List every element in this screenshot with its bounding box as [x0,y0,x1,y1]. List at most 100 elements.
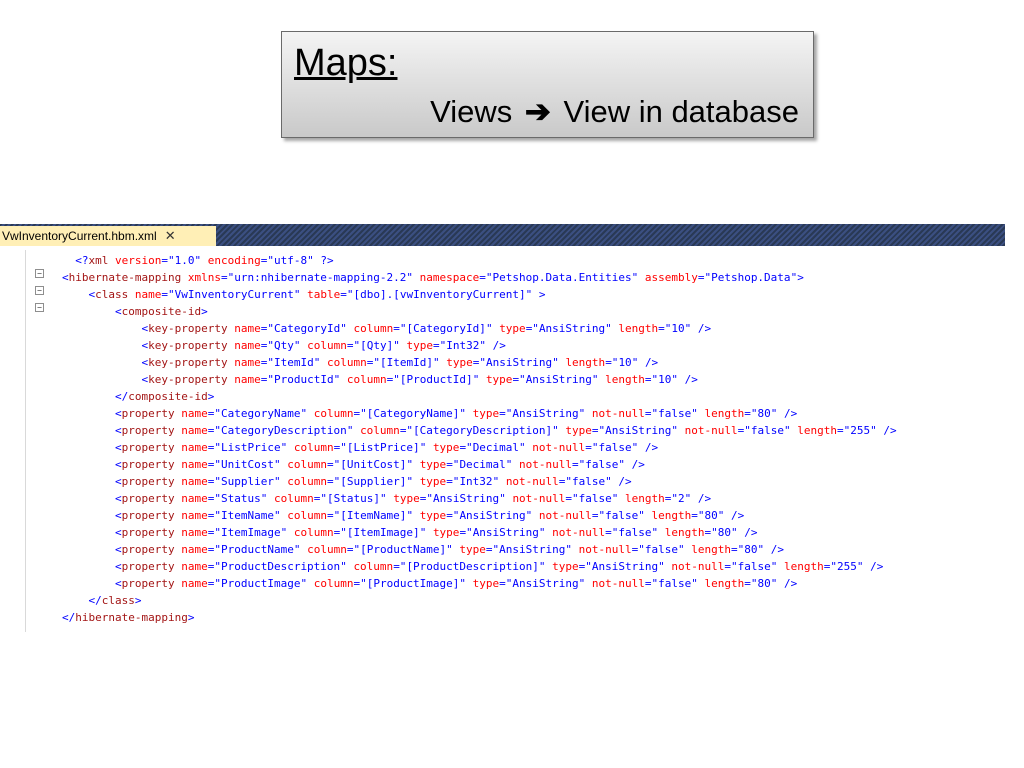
collapse-icon[interactable]: − [35,269,44,278]
code-token: false [578,492,612,505]
code-token: =" [499,577,513,590]
code-token: " [591,373,599,386]
collapse-icon[interactable]: − [35,303,44,312]
code-token: " [379,492,387,505]
code-token: property [121,475,175,488]
code-token: =" [207,458,221,471]
code-token: type [419,509,447,522]
code-token: not-null [512,492,566,505]
code-token: =" [207,543,221,556]
code-token: > [538,288,546,301]
code-token: =" [207,475,221,488]
editor-tab-bar: VwInventoryCurrent.hbm.xml ✕ [0,224,1005,246]
code-token: < [114,492,122,505]
code-token: /> [618,475,632,488]
code-token: 2 [678,492,685,505]
code-token: < [114,424,122,437]
code-token: name [234,339,261,352]
code-token: name [234,356,261,369]
code-token: ListPrice [220,441,281,454]
code-token: length [625,492,665,505]
code-token: " [552,356,559,369]
code-token: ItemImage [220,526,281,539]
code-token: =" [744,577,758,590]
code-token: =" [585,441,599,454]
code-token: =" [220,271,235,284]
code-token: [ProductName] [360,543,447,556]
code-token: length [691,543,732,556]
code-token: [ItemImage] [346,526,420,539]
subtitle-view-in-database: View in database [563,94,799,129]
code-token: =" [512,373,526,386]
code-token: AnsiString [459,509,526,522]
code-token: 80 [704,509,718,522]
code-token: 10 [618,356,632,369]
code-token: =" [823,560,837,573]
code-token: column [273,492,314,505]
code-token: " [340,560,347,573]
code-editor: VwInventoryCurrent.hbm.xml ✕ − − − <?xml… [0,224,1005,634]
code-token: length [651,509,692,522]
code-token: length [618,322,659,335]
code-token: not-null [671,560,725,573]
code-token: /> [631,458,645,471]
code-token: [CategoryDescription] [413,424,553,437]
code-line: </class> [62,592,897,609]
code-token: column [353,560,394,573]
code-line: <property name="UnitCost" column="[UnitC… [62,456,897,473]
code-area[interactable]: − − − <?xml version="1.0" encoding="utf-… [0,246,1005,634]
code-token: property [121,577,175,590]
code-token: name [181,526,208,539]
code-token: =" [697,271,712,284]
code-token: length [704,407,745,420]
code-token: not-null [505,475,559,488]
code-token: 80 [744,543,758,556]
code-line: <property name="ProductImage" column="[P… [62,575,897,592]
code-token: =" [161,288,175,301]
code-token: false [658,577,692,590]
code-token: > [134,594,142,607]
collapse-icon[interactable]: − [35,286,44,295]
code-token: =" [260,339,274,352]
code-token: AnsiString [525,373,592,386]
code-token: AnsiString [538,322,606,335]
code-token: AnsiString [605,424,672,437]
code-token: /> [697,322,712,335]
code-content: <?xml version="1.0" encoding="utf-8" ?> <… [62,252,897,626]
code-token: property [121,407,175,420]
close-icon[interactable]: ✕ [165,228,176,244]
code-token: ProductName [220,543,294,556]
code-token: Petshop.Data.Entities [492,271,632,284]
code-token: column [287,458,327,471]
code-token: " [731,526,738,539]
code-token: column [313,577,354,590]
code-line: <hibernate-mapping xmlns="urn:nhibernate… [62,269,897,286]
code-token: column [326,356,367,369]
code-token: " [658,560,665,573]
code-token: < [114,526,122,539]
code-token: =" [260,356,274,369]
code-token: name [181,458,208,471]
code-token: " [783,424,791,437]
code-token: =" [207,424,221,437]
code-token: column [307,339,347,352]
code-token: =" [731,543,745,556]
code-token: property [121,509,175,522]
code-token: name [181,407,208,420]
slide-title-box: Maps: Views ➔ View in database [281,31,814,138]
code-token: =" [346,339,361,352]
file-tab[interactable]: VwInventoryCurrent.hbm.xml ✕ [0,226,216,246]
code-token: /> [644,356,659,369]
code-token: class [95,288,129,301]
